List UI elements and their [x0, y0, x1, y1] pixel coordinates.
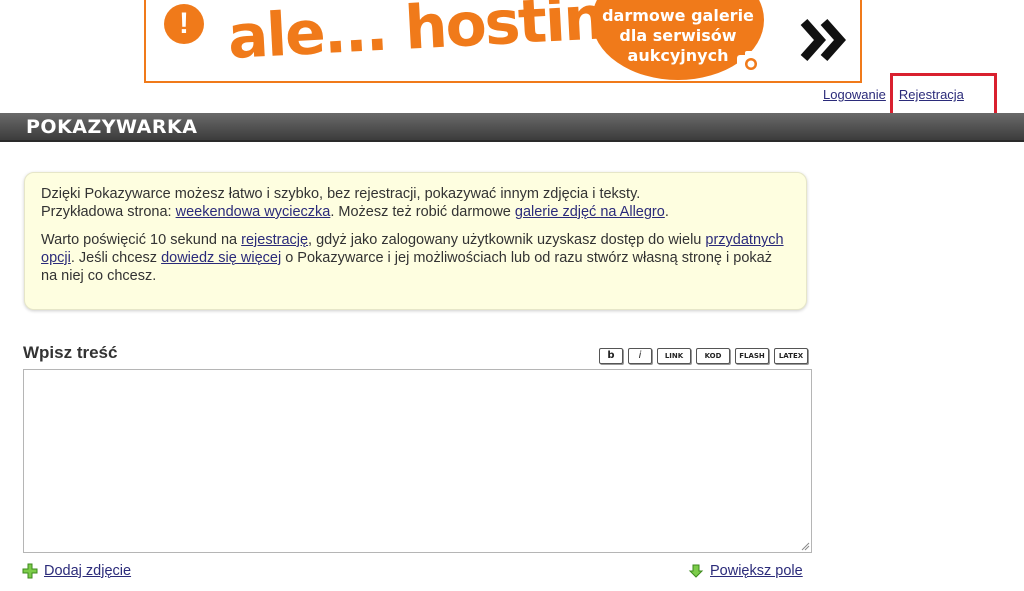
allegro-gallery-link[interactable]: galerie zdjęć na Allegro [515, 204, 665, 220]
learn-more-link[interactable]: dowiedz się więcej [161, 250, 281, 266]
bold-button[interactable]: b [599, 348, 623, 364]
latex-button[interactable]: LATEX [774, 348, 808, 364]
info-text: Przykładowa strona: [41, 204, 176, 220]
flash-button[interactable]: FLASH [735, 348, 769, 364]
add-photo-control[interactable]: Dodaj zdjęcie [22, 563, 131, 579]
editor-title: Wpisz treść [23, 343, 118, 362]
info-text: Dzięki Pokazywarce możesz łatwo i szybko… [41, 186, 641, 202]
page-title: POKAZYWARKA [26, 116, 198, 138]
content-textarea[interactable] [23, 369, 812, 553]
registration-link[interactable]: rejestrację [241, 232, 308, 248]
info-paragraph-2: Warto poświęcić 10 sekund na rejestrację… [41, 231, 790, 285]
info-text: , gdyż jako zalogowany użytkownik uzyska… [308, 232, 706, 248]
arrow-down-icon [688, 564, 704, 578]
link-button[interactable]: LINK [657, 348, 691, 364]
italic-button[interactable]: i [628, 348, 652, 364]
example-page-link[interactable]: weekendowa wycieczka [176, 204, 331, 220]
enlarge-field-control[interactable]: Powiększ pole [688, 563, 803, 579]
resize-grip-icon[interactable] [800, 541, 810, 551]
info-text: . [664, 204, 669, 220]
info-paragraph-1: Dzięki Pokazywarce możesz łatwo i szybko… [41, 185, 790, 221]
add-photo-link[interactable]: Dodaj zdjęcie [44, 563, 131, 579]
enlarge-field-link[interactable]: Powiększ pole [710, 563, 803, 579]
camera-icon [737, 51, 765, 73]
info-text: . Jeśli chcesz [70, 250, 162, 266]
plus-icon [22, 563, 38, 579]
header-bar: POKAZYWARKA [0, 113, 1024, 142]
ad-banner[interactable]: ! ale... hosting! darmowe galerie dla se… [144, 0, 862, 83]
editor-toolbar: b i LINK KOD FLASH LATEX [599, 348, 808, 364]
banner-tagline-line: dla serwisów [619, 26, 737, 45]
exclamation-icon: ! [164, 4, 204, 44]
info-box: Dzięki Pokazywarce możesz łatwo i szybko… [24, 172, 807, 310]
banner-tagline-line: darmowe galerie [602, 6, 754, 25]
info-text: . Możesz też robić darmowe [330, 204, 515, 220]
info-text: Warto poświęcić 10 sekund na [41, 232, 242, 248]
double-chevron-right-icon [800, 19, 846, 61]
login-link[interactable]: Logowanie [823, 87, 886, 102]
code-button[interactable]: KOD [696, 348, 730, 364]
